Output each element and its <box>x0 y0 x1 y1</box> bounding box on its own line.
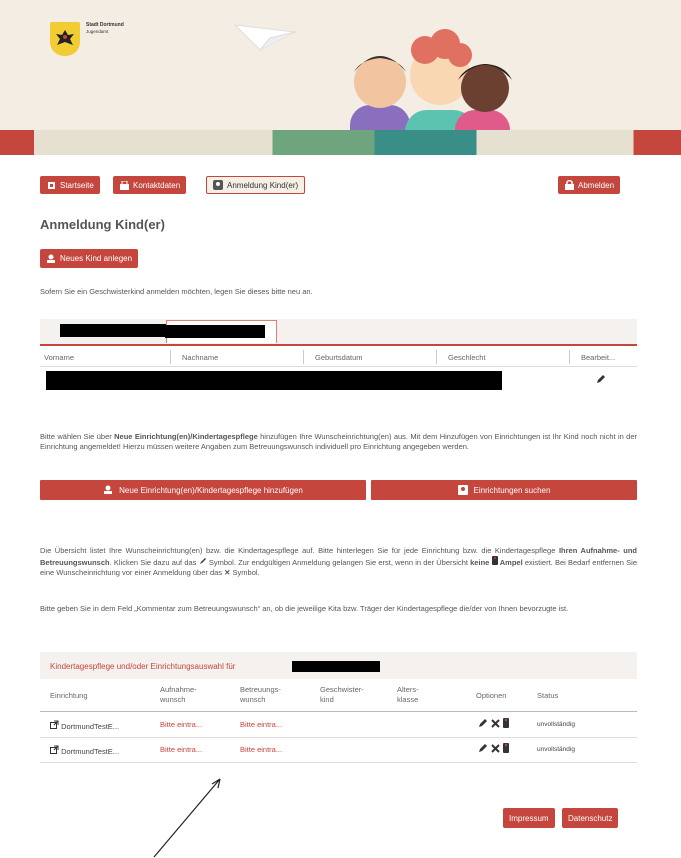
external-link-icon[interactable] <box>50 745 59 754</box>
col-bearbeiten[interactable]: Bearbeit... <box>581 353 615 362</box>
col-nachname[interactable]: Nachname <box>182 353 218 362</box>
col-einrichtung[interactable]: Einrichtung <box>50 691 88 700</box>
row-options <box>478 743 509 753</box>
col-separator <box>569 350 570 364</box>
col-separator <box>170 350 171 364</box>
traffic-light-icon <box>503 718 509 728</box>
new-child-button[interactable]: Neues Kind anlegen <box>40 249 139 268</box>
row-divider <box>40 711 637 712</box>
add-person-icon <box>46 254 56 264</box>
search-facility-button[interactable]: Einrichtungen suchen <box>371 480 637 500</box>
contact-icon <box>119 180 129 190</box>
row-divider <box>40 762 637 763</box>
logo: Stadt Dortmund Jugendamt <box>50 22 124 56</box>
delete-x-icon[interactable] <box>491 718 500 728</box>
coat-of-arms-icon <box>50 22 80 56</box>
nav-abmelden-button[interactable]: Abmelden <box>558 176 621 194</box>
redacted-child-name <box>292 661 380 672</box>
betreuung-link[interactable]: Bitte eintra... <box>240 745 282 754</box>
child-icon <box>213 180 223 190</box>
col-optionen: Optionen <box>476 691 507 700</box>
row-options <box>478 718 509 728</box>
home-icon <box>46 180 56 190</box>
col-separator <box>303 350 304 364</box>
nav-kontaktdaten-button[interactable]: Kontaktdaten <box>113 176 187 194</box>
redacted-child-tab[interactable] <box>60 324 166 337</box>
traffic-light-icon <box>491 556 498 565</box>
header-banner: Stadt Dortmund Jugendamt <box>0 0 681 155</box>
aufnahme-link[interactable]: Bitte eintra... <box>160 720 202 729</box>
banner-stripe <box>0 130 681 155</box>
external-link-icon[interactable] <box>50 720 59 729</box>
pencil-icon <box>199 558 206 564</box>
status-text: unvollständig <box>537 746 575 753</box>
row-divider <box>40 737 637 738</box>
nav-anmeldung-button[interactable]: Anmeldung Kind(er) <box>206 176 306 194</box>
table-divider <box>40 344 637 346</box>
info-text-facility: Bitte wählen Sie über Neue Einrichtung(e… <box>40 432 637 451</box>
info-text-comment: Bitte geben Sie in dem Feld „Kommentar z… <box>40 604 569 613</box>
status-text: unvollständig <box>537 721 575 728</box>
add-facility-icon <box>103 485 113 495</box>
col-betreuungswunsch[interactable]: Betreuungs-wunsch <box>240 685 281 705</box>
col-geschlecht[interactable]: Geschlecht <box>448 353 486 362</box>
impressum-button[interactable]: Impressum <box>503 808 555 828</box>
col-separator <box>436 350 437 364</box>
redacted-child-row <box>46 371 502 390</box>
sibling-hint: Sofern Sie ein Geschwisterkind anmelden … <box>40 287 313 296</box>
traffic-light-icon <box>503 743 509 753</box>
col-vorname[interactable]: Vorname <box>44 353 74 362</box>
row-divider <box>40 366 637 367</box>
lock-icon <box>564 180 574 190</box>
col-geburtsdatum[interactable]: Geburtsdatum <box>315 353 363 362</box>
aufnahme-link[interactable]: Bitte eintra... <box>160 745 202 754</box>
col-altersklasse[interactable]: Alters-klasse <box>397 685 419 705</box>
edit-pencil-icon[interactable] <box>478 743 488 753</box>
col-geschwisterkind[interactable]: Geschwister-kind <box>320 685 364 705</box>
paper-plane-icon <box>233 24 297 51</box>
logo-text: Stadt Dortmund Jugendamt <box>86 22 124 34</box>
page-title: Anmeldung Kind(er) <box>40 217 165 232</box>
selection-title: Kindertagespflege und/oder Einrichtungsa… <box>50 662 236 671</box>
betreuung-link[interactable]: Bitte eintra... <box>240 720 282 729</box>
datenschutz-button[interactable]: Datenschutz <box>562 808 619 828</box>
redacted-child-tab-label <box>165 325 265 338</box>
col-aufnahmewunsch[interactable]: Aufnahme-wunsch <box>160 685 197 705</box>
table-row: DortmundTestE... <box>50 745 119 756</box>
child-tab-active[interactable] <box>165 320 277 343</box>
info-text-overview: Die Übersicht listet Ihre Wunscheinricht… <box>40 546 637 577</box>
map-marker-icon <box>457 485 468 495</box>
col-status: Status <box>537 691 559 700</box>
annotation-arrow <box>153 778 221 858</box>
delete-x-icon[interactable] <box>491 743 500 753</box>
table-row: DortmundTestE... <box>50 720 119 731</box>
edit-pencil-icon[interactable] <box>596 374 606 386</box>
nav-startseite-button[interactable]: Startseite <box>40 176 100 194</box>
edit-pencil-icon[interactable] <box>478 718 488 728</box>
add-facility-button[interactable]: Neue Einrichtung(en)/Kindertagespflege h… <box>40 480 366 500</box>
